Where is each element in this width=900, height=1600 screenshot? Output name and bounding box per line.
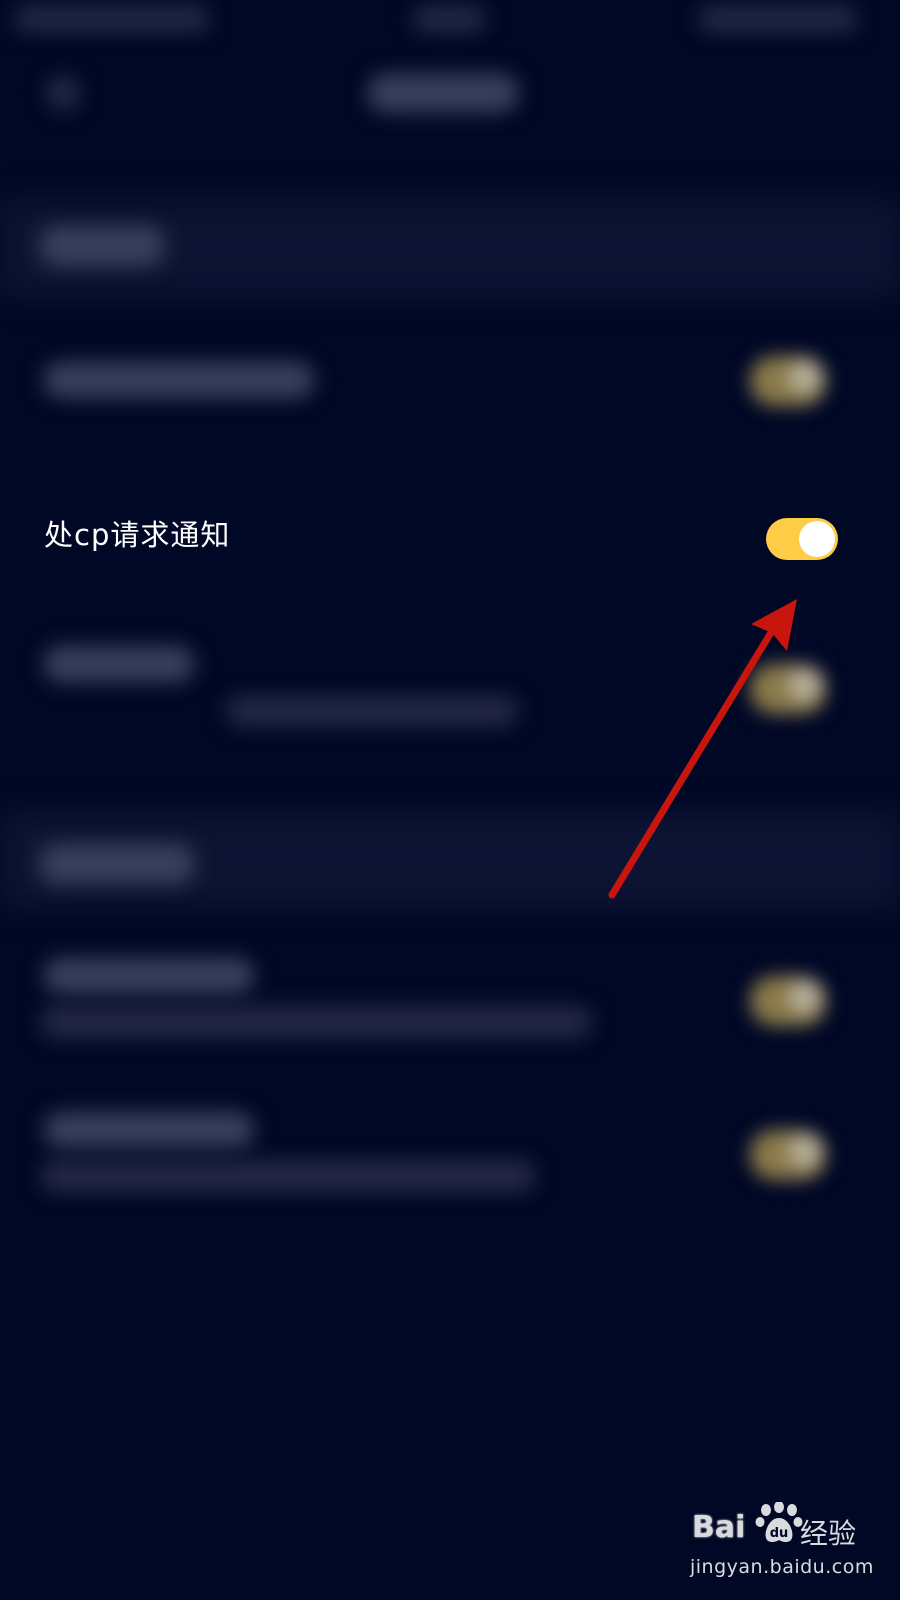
- settings-screen: 处cp请求通知 Bai du 经验 jingyan.baidu.com: [0, 0, 900, 1600]
- blurred-row-5-toggle[interactable]: [750, 976, 826, 1026]
- blurred-row-5-desc: [40, 1006, 592, 1038]
- blurred-back-icon[interactable]: [46, 76, 80, 110]
- blurred-row-6-toggle[interactable]: [750, 1130, 826, 1180]
- blurred-status-left: [14, 6, 210, 32]
- blurred-section-title-1: [40, 226, 164, 266]
- blurred-row-3-desc: [226, 696, 518, 726]
- watermark-brand-cn: 经验: [800, 1517, 857, 1550]
- blurred-status-right: [698, 6, 858, 32]
- blurred-row-6-desc: [40, 1160, 536, 1192]
- blurred-page-title: [368, 74, 518, 112]
- toggle-knob: [799, 521, 835, 557]
- blurred-row-1-toggle[interactable]: [750, 356, 826, 406]
- setting-label: 处cp请求通知: [44, 518, 231, 552]
- baidu-paw-icon: du: [755, 1502, 803, 1542]
- cp-request-toggle-switch[interactable]: [766, 518, 838, 560]
- blurred-status-center: [412, 6, 486, 32]
- blurred-row-5-label: [44, 958, 254, 994]
- watermark: Bai du 经验 jingyan.baidu.com: [688, 1500, 888, 1590]
- blurred-row-3-label: [44, 646, 194, 682]
- blurred-row-3-toggle[interactable]: [750, 664, 826, 714]
- setting-row-cp-request: 处cp请求通知: [0, 496, 900, 576]
- svg-text:du: du: [770, 1526, 789, 1541]
- blurred-row-6-label: [44, 1112, 254, 1148]
- watermark-url: jingyan.baidu.com: [690, 1556, 874, 1578]
- blurred-section-title-2: [40, 844, 194, 884]
- blurred-row-1-label: [44, 362, 314, 398]
- watermark-brand: Bai: [692, 1510, 746, 1545]
